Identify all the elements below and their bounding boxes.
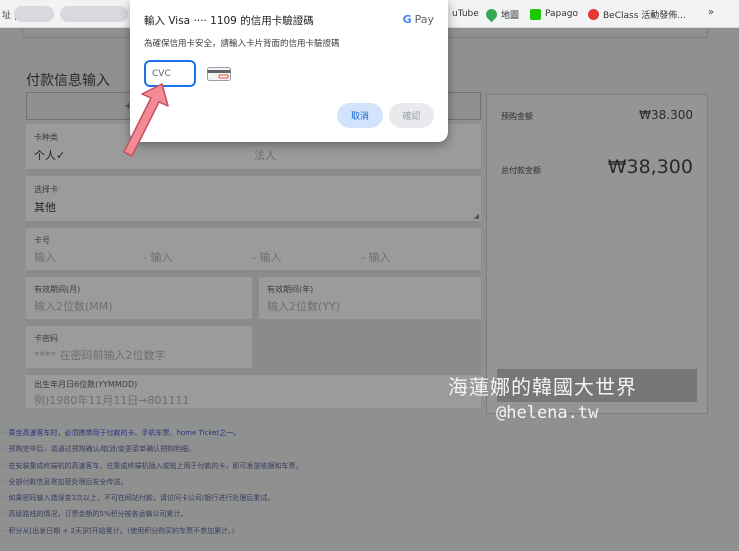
price-summary: 预购金额 ₩38.300 总付款金额 ₩38,300 [486, 94, 708, 414]
bookmark-papago[interactable]: Papago [530, 6, 578, 22]
exp-month-field[interactable]: 有效期间(月) 输入2位数(MM) [26, 277, 252, 319]
beclass-icon [588, 8, 599, 20]
birth-date-label: 出生年月日6位数(YYMMDD) [34, 380, 138, 389]
exp-month-label: 有效期间(月) [34, 285, 81, 294]
blurred-bookmark[interactable] [60, 6, 128, 22]
note-item: · 全部付款信息将加密处理后安全传送。 [4, 477, 128, 486]
pointer-arrow-icon [123, 83, 169, 157]
bookmark-youtube[interactable]: uTube [452, 6, 479, 22]
card-password-placeholder: **** 在密码前输入2位数字 [34, 349, 166, 362]
blurred-bookmark[interactable] [14, 6, 54, 22]
exp-year-placeholder: 输入2位数(YY) [267, 300, 341, 313]
google-g-icon: G [402, 13, 412, 26]
booking-amount-value: ₩38.300 [639, 108, 693, 122]
confirm-button[interactable]: 確認 [389, 103, 434, 128]
select-card-value: 其他 [34, 201, 56, 214]
total-amount-value: ₩38,300 [607, 156, 693, 178]
card-number-input-3[interactable]: - 输入 [252, 249, 281, 265]
watermark-handle: @helena.tw [496, 403, 599, 423]
note-item: · 在安装集成终端机的高速客车，往集成终端机插入或贴上用于付款的卡，即可发放收据… [4, 461, 303, 470]
bookmark-beclass[interactable]: BeClass 活動發佈... [588, 6, 686, 22]
card-number-input-2[interactable]: - 输入 [143, 249, 172, 265]
card-back-icon [207, 67, 231, 81]
card-type-personal[interactable]: 个人✓ [34, 147, 65, 163]
note-item: · 如果密码输入错误变3次以上，不可在网站付款，请访问卡公司/银行进行处理后重试… [4, 494, 275, 503]
dialog-title: 輸入 Visa ‧‧‧‧ 1109 的信用卡驗證碼 [144, 15, 314, 27]
cvc-dialog: 輸入 Visa ‧‧‧‧ 1109 的信用卡驗證碼 G Pay 為確保信用卡安全… [130, 0, 448, 142]
papago-icon [530, 8, 541, 20]
section-title: 付款信息输入 [26, 73, 110, 89]
card-password-field[interactable]: 卡密码 **** 在密码前输入2位数字 [26, 326, 252, 368]
cancel-button[interactable]: 取消 [337, 103, 383, 128]
select-card-field[interactable]: 选择卡 其他 ◢ [26, 176, 481, 221]
booking-amount-label: 预购金额 [501, 112, 533, 121]
map-pin-icon [483, 6, 500, 22]
exp-month-placeholder: 输入2位数(MM) [34, 300, 113, 313]
exp-year-label: 有效期间(年) [267, 285, 314, 294]
note-item: · 积分从[出发日期 + 2天]时开始累计。（使用积分购买的车票不参加累计。） [4, 526, 239, 535]
card-number-input-1[interactable]: 输入 [34, 249, 56, 265]
note-item: · 高级路线的情况，订票金额的5%积分按各运输公司累计。 [4, 510, 188, 519]
note-item: · 乘坐高速客车时，必须携带用于付款的卡、手机车票、home Ticket之一。 [4, 429, 241, 437]
select-card-label: 选择卡 [34, 185, 58, 194]
watermark-title: 海蓮娜的韓國大世界 [448, 375, 637, 399]
card-number-label: 卡号 [34, 236, 50, 245]
total-amount-label: 总付款金额 [501, 166, 541, 175]
birth-date-placeholder: 例)1980年11月11日→801111 [34, 394, 190, 407]
birth-date-field[interactable]: 出生年月日6位数(YYMMDD) 例)1980年11月11日→801111 [26, 375, 481, 408]
payment-form: 卡种类 个人✓ 法人 选择卡 其他 ◢ 卡号 输入 - 输入 - 输入 - 输入… [26, 124, 481, 408]
google-pay-logo: G Pay [402, 13, 434, 26]
exp-year-field[interactable]: 有效期间(年) 输入2位数(YY) [259, 277, 481, 319]
card-number-field: 卡号 输入 - 输入 - 输入 - 输入 [26, 228, 481, 270]
card-type-label: 卡种类 [34, 133, 58, 142]
resize-handle-icon: ◢ [473, 212, 479, 220]
card-password-label: 卡密码 [34, 334, 58, 343]
watermark: 海蓮娜的韓國大世界 @helena.tw [448, 371, 637, 423]
bookmarks-more-button[interactable]: » [708, 7, 714, 18]
notes-list: · 乘坐高速客车时，必须携带用于付款的卡、手机车票、home Ticket之一。… [4, 425, 484, 539]
dialog-subtitle: 為確保信用卡安全，請輸入卡片背面的信用卡驗證碼 [144, 39, 340, 49]
note-item: · 预购完毕后，请通过预购确认/取消/变更菜单确认预购明细。 [4, 445, 196, 454]
card-type-corporate[interactable]: 法人 [254, 147, 276, 163]
bookmark-maps[interactable]: 地圖 [483, 6, 519, 22]
card-number-input-4[interactable]: - 输入 [361, 249, 390, 265]
